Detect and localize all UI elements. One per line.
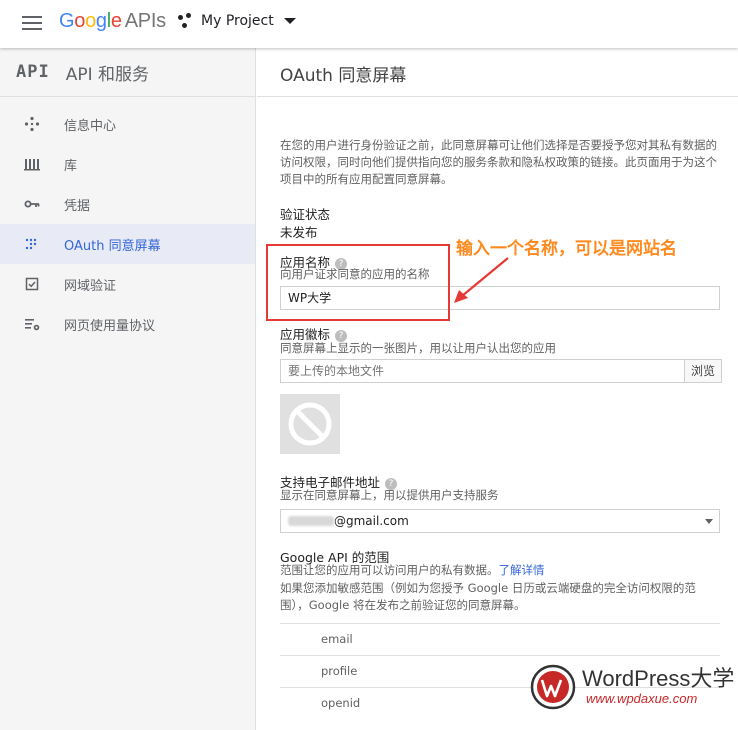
project-selector[interactable]: My Project xyxy=(178,13,296,29)
scopes-hint-text: 范围让您的应用可以访问用户的私有数据。 xyxy=(280,563,499,577)
sidebar-nav: 信息中心 库 凭据 OAuth 同意屏幕 网域验证 网页使用量协议 xyxy=(0,97,255,344)
app-logo-hint: 同意屏幕上显示的一张图片，用以让用户认出您的应用 xyxy=(280,341,556,355)
watermark-url: www.wpdaxue.com xyxy=(586,691,698,706)
project-dots-icon xyxy=(178,13,194,29)
browse-button[interactable]: 浏览 xyxy=(684,359,722,383)
sidebar-header: API API 和服务 xyxy=(0,48,255,97)
page-description: 在您的用户进行身份验证之前，此同意屏幕可让他们选择是否要授予您对其私有数据的访问… xyxy=(280,138,717,186)
support-email-hint: 显示在同意屏幕上，用以提供用户支持服务 xyxy=(280,488,499,502)
verification-status-value: 未发布 xyxy=(280,225,318,240)
learn-more-link[interactable]: 了解详情 xyxy=(499,563,545,577)
watermark: WordPress大学 www.wpdaxue.com xyxy=(530,664,734,710)
sidebar-item-label: 网页使用量协议 xyxy=(64,318,156,334)
scopes-hint: 范围让您的应用可以访问用户的私有数据。了解详情 xyxy=(280,562,545,578)
sidebar-item-oauth-consent[interactable]: OAuth 同意屏幕 xyxy=(0,224,255,264)
sidebar-item-label: 库 xyxy=(64,158,78,174)
apis-wordmark: APIs xyxy=(124,10,166,32)
sidebar-item-page-usage-agreement[interactable]: 网页使用量协议 xyxy=(0,304,255,344)
chevron-down-icon xyxy=(283,18,296,24)
watermark-title: WordPress大学 xyxy=(582,666,735,691)
sidebar-item-label: 凭据 xyxy=(64,198,91,214)
scope-row-email: email xyxy=(280,623,720,655)
logo-preview xyxy=(280,394,340,454)
sidebar-item-library[interactable]: 库 xyxy=(0,144,255,184)
main-header: OAuth 同意屏幕 xyxy=(257,48,738,97)
watermark-text: WordPress大学 www.wpdaxue.com xyxy=(582,667,734,707)
no-image-icon xyxy=(288,402,332,446)
api-badge: API xyxy=(16,62,50,82)
sensitive-scopes-note: 如果您添加敏感范围（例如为您授予 Google 日历或云端硬盘的完全访问权限的范… xyxy=(280,581,696,612)
library-icon xyxy=(24,156,40,172)
list-settings-icon xyxy=(24,316,40,332)
support-email-value: @gmail.com xyxy=(334,514,409,528)
annotation-highlight-box xyxy=(266,244,450,321)
support-email-select[interactable]: @gmail.com xyxy=(280,509,720,533)
sidebar-item-dashboard[interactable]: 信息中心 xyxy=(0,104,255,144)
sidebar-item-label: 网域验证 xyxy=(64,278,117,294)
hamburger-menu-icon[interactable] xyxy=(22,16,42,30)
dropdown-arrow-icon xyxy=(705,519,713,524)
sidebar-item-credentials[interactable]: 凭据 xyxy=(0,184,255,224)
sidebar-title: API 和服务 xyxy=(65,64,150,85)
wordpress-logo-icon xyxy=(530,664,576,710)
page-title: OAuth 同意屏幕 xyxy=(280,66,407,86)
consent-dots-icon xyxy=(24,236,40,252)
sidebar-item-label: 信息中心 xyxy=(64,118,117,134)
dashboard-icon xyxy=(24,116,40,132)
top-app-bar: Google APIs My Project xyxy=(0,0,738,48)
sidebar-item-label: OAuth 同意屏幕 xyxy=(64,238,161,254)
verification-status-label: 验证状态 xyxy=(280,207,331,222)
checkbox-icon xyxy=(24,276,40,292)
sidebar: API API 和服务 信息中心 库 凭据 OAuth 同意屏幕 网域验证 网页… xyxy=(0,48,256,730)
google-apis-logo[interactable]: Google APIs xyxy=(59,10,166,33)
annotation-arrow-icon xyxy=(454,257,509,303)
key-icon xyxy=(24,196,40,212)
project-name: My Project xyxy=(201,13,274,29)
sidebar-item-domain-verification[interactable]: 网域验证 xyxy=(0,264,255,304)
redacted-email-user xyxy=(288,516,334,526)
google-wordmark: Google xyxy=(59,10,122,32)
logo-file-input[interactable]: 要上传的本地文件 xyxy=(280,359,685,383)
